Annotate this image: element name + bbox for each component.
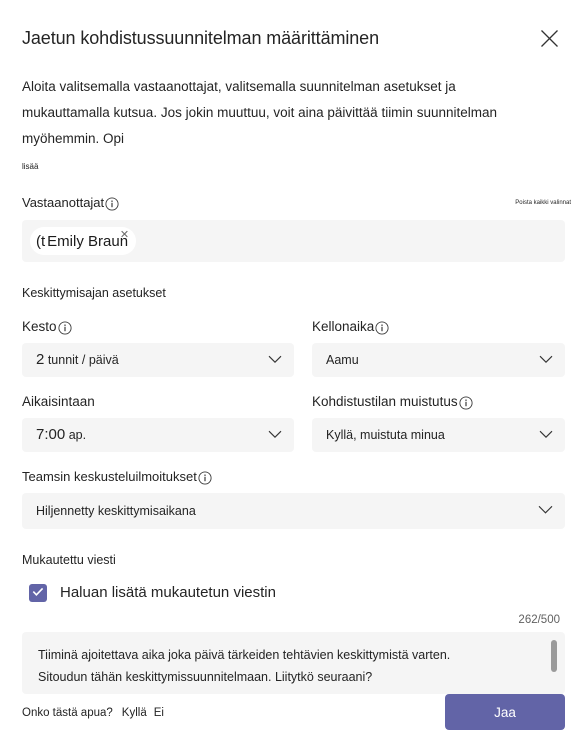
- recipient-chip[interactable]: (t Emily Braun ✕: [30, 227, 137, 255]
- close-icon: [540, 29, 559, 48]
- custom-message-textarea[interactable]: Tiiminä ajoitettava aika joka päivä tärk…: [22, 632, 565, 694]
- helpful-yes-button[interactable]: Kyllä: [122, 705, 147, 721]
- teams-notifications-label-group: Teamsin keskusteluilmoitukset: [22, 468, 212, 486]
- time-of-day-label: Kellonaika: [312, 319, 375, 334]
- custom-message-text: Tiiminä ajoitettava aika joka päivä tärk…: [38, 648, 451, 684]
- helpful-no-button[interactable]: Ei: [154, 705, 164, 721]
- time-of-day-dropdown[interactable]: Aamu: [312, 343, 565, 377]
- share-focus-plan-dialog: Jaetun kohdistussuunnitelman määrittämin…: [0, 0, 587, 753]
- info-icon[interactable]: [375, 321, 389, 335]
- focus-settings-title: Keskittymisajan asetukset: [22, 286, 166, 300]
- field-focus-reminder: Kohdistustilan muistutus Kyllä, muistuta…: [312, 377, 565, 452]
- chevron-down-icon: [538, 502, 553, 520]
- learn-more-link[interactable]: lisää: [22, 161, 38, 173]
- recipient-name: Emily Braun: [47, 232, 129, 250]
- close-button[interactable]: [533, 22, 565, 54]
- time-of-day-value: Aamu: [326, 353, 359, 367]
- focus-reminder-label: Kohdistustilan muistutus: [312, 394, 458, 409]
- share-button[interactable]: Jaa: [445, 694, 565, 730]
- chevron-down-icon: [268, 426, 282, 444]
- intro-text: Aloita valitsemalla vastaanottajat, vali…: [22, 79, 497, 146]
- recipients-input[interactable]: (t Emily Braun ✕: [22, 220, 565, 262]
- check-icon: [32, 584, 44, 602]
- helpful-question: Onko tästä apua?: [22, 707, 113, 719]
- duration-value-lead: 2: [36, 352, 45, 368]
- dialog-header: Jaetun kohdistussuunnitelman määrittämin…: [0, 0, 587, 54]
- field-time-of-day: Kellonaika Aamu: [312, 302, 565, 377]
- character-counter-row: 262/500: [0, 603, 587, 627]
- intro-block: Aloita valitsemalla vastaanottajat, vali…: [0, 54, 587, 178]
- chevron-down-icon: [539, 426, 553, 444]
- dialog-footer: Onko tästä apua? Kyllä Ei Jaa: [0, 687, 587, 753]
- duration-value-rest: tunnit / päivä: [47, 353, 119, 367]
- page-title: Jaetun kohdistussuunnitelman määrittämin…: [22, 28, 380, 48]
- earliest-value: 7:00 ap.: [36, 427, 86, 443]
- clear-all-button[interactable]: Poista kaikki valinnat: [515, 194, 575, 208]
- earliest-label: Aikaisintaan: [22, 394, 95, 409]
- duration-label-group: Kesto: [22, 318, 72, 336]
- info-icon[interactable]: [198, 471, 212, 485]
- info-icon[interactable]: [57, 321, 72, 335]
- field-earliest: Aikaisintaan 7:00 ap.: [22, 377, 294, 452]
- helpful-feedback: Onko tästä apua? Kyllä Ei: [22, 705, 164, 721]
- character-counter: 262/500: [518, 614, 560, 626]
- earliest-label-group: Aikaisintaan: [22, 393, 95, 411]
- info-icon[interactable]: [459, 396, 473, 410]
- field-duration: Kesto 2 tunnit / päivä: [22, 302, 294, 377]
- textarea-scrollbar[interactable]: [551, 640, 557, 686]
- custom-message-title: Mukautettu viesti: [22, 553, 116, 567]
- teams-notifications-label: Teamsin keskusteluilmoitukset: [22, 469, 197, 484]
- scrollbar-thumb[interactable]: [551, 640, 557, 672]
- focus-reminder-label-group: Kohdistustilan muistutus: [312, 393, 473, 411]
- teams-notifications-value: Hiljennetty keskittymisaikana: [36, 504, 196, 518]
- earliest-value-rest: ap.: [68, 428, 87, 442]
- focus-settings-grid: Kesto 2 tunnit / päivä Kellonaika Aamu A…: [0, 302, 587, 452]
- custom-message-checkbox[interactable]: [29, 584, 47, 602]
- field-teams-notifications: Teamsin keskusteluilmoitukset Hiljennett…: [0, 452, 587, 529]
- time-of-day-label-group: Kellonaika: [312, 318, 389, 336]
- recipients-label-group: Vastaanottajat: [22, 194, 119, 212]
- avatar: (t: [36, 232, 46, 250]
- custom-message-checkbox-row[interactable]: Haluan lisätä mukautetun viestin: [0, 569, 587, 603]
- focus-reminder-dropdown[interactable]: Kyllä, muistuta minua: [312, 418, 565, 452]
- duration-label: Kesto: [22, 319, 57, 334]
- info-icon[interactable]: [105, 197, 119, 211]
- recipients-label: Vastaanottajat: [22, 195, 105, 210]
- chevron-down-icon: [268, 351, 282, 369]
- earliest-value-lead: 7:00: [36, 427, 66, 443]
- duration-dropdown[interactable]: 2 tunnit / päivä: [22, 343, 294, 377]
- duration-value: 2 tunnit / päivä: [36, 352, 119, 368]
- remove-recipient-icon[interactable]: ✕: [120, 230, 129, 241]
- teams-notifications-dropdown[interactable]: Hiljennetty keskittymisaikana: [22, 493, 565, 529]
- earliest-dropdown[interactable]: 7:00 ap.: [22, 418, 294, 452]
- chevron-down-icon: [539, 351, 553, 369]
- custom-message-checkbox-label: Haluan lisätä mukautetun viestin: [60, 584, 276, 601]
- recipients-header: Vastaanottajat Poista kaikki valinnat: [0, 178, 587, 212]
- focus-reminder-value: Kyllä, muistuta minua: [326, 428, 445, 442]
